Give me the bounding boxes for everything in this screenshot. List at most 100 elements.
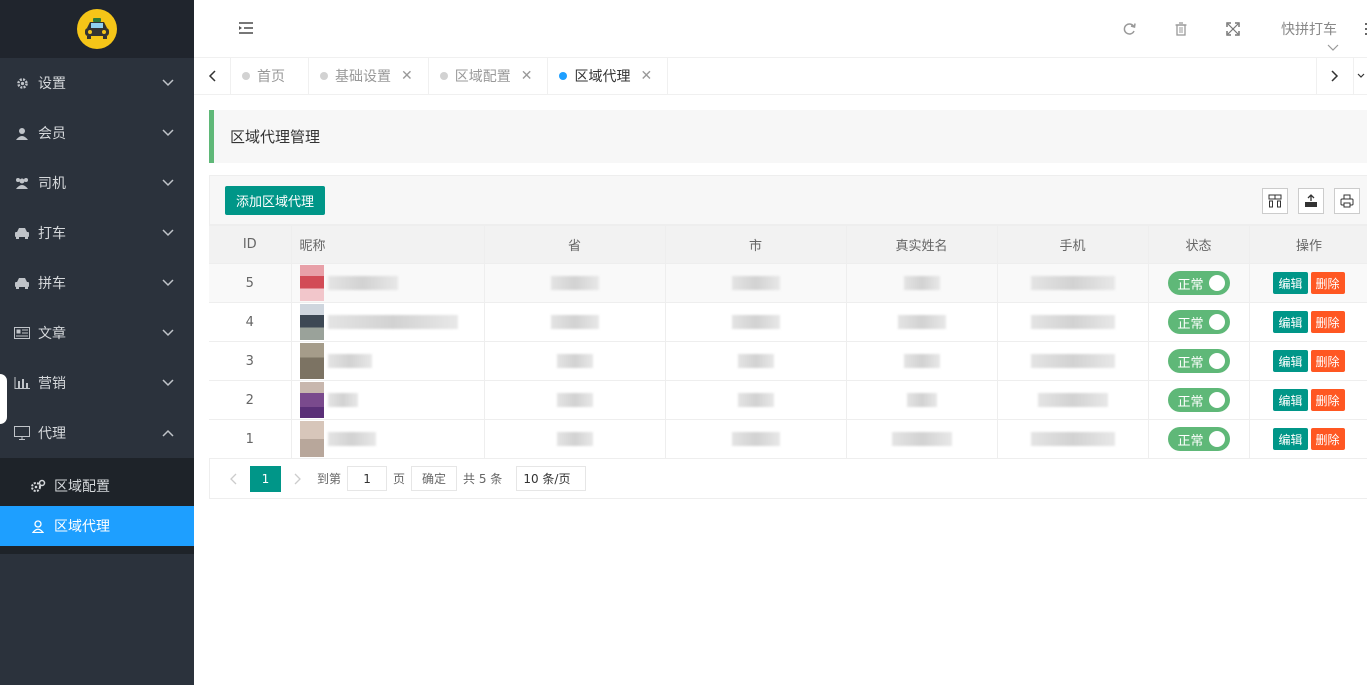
- avatar: [299, 304, 324, 340]
- phone-redacted: [1030, 276, 1115, 290]
- chevron-down-icon: [1327, 40, 1339, 56]
- status-label: 正常: [1177, 355, 1204, 371]
- tab-label: 区域代理: [574, 69, 631, 85]
- tab-home[interactable]: 首页: [231, 58, 309, 94]
- chevron-down-icon: [162, 327, 174, 339]
- goto-page-input[interactable]: [347, 466, 388, 491]
- column-header-actions[interactable]: 操作: [1248, 225, 1367, 264]
- column-header-real-name[interactable]: 真实姓名: [845, 225, 998, 264]
- page-number-current[interactable]: 1: [250, 465, 281, 492]
- status-label: 正常: [1177, 316, 1204, 332]
- goto-confirm-button[interactable]: 确定: [411, 466, 458, 491]
- bar-chart-icon: [14, 375, 30, 391]
- sidebar: 设置 会员 司机 打车 拼车 文章 营销 代理 区域配置 区域代理: [0, 0, 194, 685]
- avatar: [299, 421, 324, 457]
- tab-basic-settings[interactable]: 基础设置 ✕: [309, 58, 429, 94]
- sidebar-item-taxi[interactable]: 打车: [0, 208, 194, 258]
- status-toggle[interactable]: 正常: [1167, 310, 1230, 334]
- sidebar-item-label: 司机: [38, 176, 66, 192]
- province-redacted: [556, 354, 593, 368]
- top-header: 快拼打车: [194, 0, 1367, 58]
- data-table-container: 添加区域代理 ID 昵称 省 市 真实姓名 手机 状态 操作 5 正常 编辑 删…: [209, 175, 1367, 499]
- close-icon[interactable]: ✕: [521, 68, 533, 84]
- cell-id: 2: [209, 380, 292, 420]
- user-menu[interactable]: 快拼打车: [1259, 0, 1367, 58]
- delete-button[interactable]: 删除: [1310, 311, 1345, 333]
- real-name-redacted: [891, 432, 952, 446]
- real-name-redacted: [897, 315, 946, 329]
- cell-id: 3: [209, 341, 292, 381]
- column-header-province[interactable]: 省: [483, 225, 666, 264]
- sidebar-item-members[interactable]: 会员: [0, 108, 194, 158]
- sidebar-item-label: 拼车: [38, 276, 66, 292]
- column-header-city[interactable]: 市: [664, 225, 847, 264]
- table-toolbar: 添加区域代理: [209, 175, 1367, 225]
- sidebar-subitem-area-agent[interactable]: 区域代理: [0, 506, 194, 546]
- status-toggle[interactable]: 正常: [1167, 427, 1230, 451]
- sidebar-subitem-area-config[interactable]: 区域配置: [0, 466, 194, 506]
- next-page-icon[interactable]: [285, 466, 311, 492]
- edit-button[interactable]: 编辑: [1273, 311, 1308, 333]
- status-label: 正常: [1177, 394, 1204, 410]
- trash-icon[interactable]: [1155, 0, 1207, 58]
- sidebar-item-agent[interactable]: 代理: [0, 408, 194, 458]
- table-row: 4 正常 编辑 删除: [209, 302, 1367, 342]
- tab-right-controls: [1316, 58, 1367, 94]
- status-toggle[interactable]: 正常: [1167, 271, 1230, 295]
- province-redacted: [550, 315, 599, 329]
- edit-button[interactable]: 编辑: [1273, 428, 1308, 450]
- delete-button[interactable]: 删除: [1310, 389, 1345, 411]
- tab-menu-chevron-icon[interactable]: [1353, 58, 1367, 94]
- delete-button[interactable]: 删除: [1310, 350, 1345, 372]
- columns-filter-icon[interactable]: [1262, 188, 1288, 214]
- tab-area-agent[interactable]: 区域代理 ✕: [548, 58, 669, 94]
- sidebar-item-label: 代理: [38, 426, 66, 442]
- add-area-agent-button[interactable]: 添加区域代理: [225, 185, 326, 215]
- column-header-id[interactable]: ID: [209, 225, 292, 264]
- menu-toggle-icon[interactable]: [238, 21, 254, 37]
- close-icon[interactable]: ✕: [401, 68, 413, 84]
- edit-button[interactable]: 编辑: [1273, 389, 1308, 411]
- print-icon[interactable]: [1334, 188, 1360, 214]
- sidebar-item-drivers[interactable]: 司机: [0, 158, 194, 208]
- delete-button[interactable]: 删除: [1310, 272, 1345, 294]
- sidebar-item-carpool[interactable]: 拼车: [0, 258, 194, 308]
- close-icon[interactable]: ✕: [640, 68, 652, 84]
- taxi-logo-icon: [77, 9, 117, 49]
- tab-dot: [242, 72, 250, 80]
- column-header-phone[interactable]: 手机: [996, 225, 1149, 264]
- tab-label: 首页: [257, 69, 285, 85]
- avatar: [299, 343, 324, 379]
- sidebar-item-settings[interactable]: 设置: [0, 58, 194, 108]
- page-size-select[interactable]: 10 条/页: [516, 466, 587, 491]
- prev-page-icon[interactable]: [220, 466, 246, 492]
- fullscreen-icon[interactable]: [1207, 0, 1259, 58]
- sidebar-item-articles[interactable]: 文章: [0, 308, 194, 358]
- city-redacted: [731, 315, 780, 329]
- edit-button[interactable]: 编辑: [1273, 350, 1308, 372]
- edit-button[interactable]: 编辑: [1273, 272, 1308, 294]
- tab-scroll-left-icon[interactable]: [194, 58, 231, 94]
- side-handle[interactable]: [0, 374, 7, 424]
- phone-redacted: [1030, 315, 1115, 329]
- real-name-redacted: [903, 276, 940, 290]
- chevron-down-icon: [162, 127, 174, 139]
- table-row: 2 正常 编辑 删除: [209, 380, 1367, 420]
- chevron-down-icon: [162, 77, 174, 89]
- column-header-status[interactable]: 状态: [1147, 225, 1250, 264]
- tab-area-config[interactable]: 区域配置 ✕: [429, 58, 549, 94]
- sidebar-item-marketing[interactable]: 营销: [0, 358, 194, 408]
- status-toggle[interactable]: 正常: [1167, 388, 1230, 412]
- delete-button[interactable]: 删除: [1310, 428, 1345, 450]
- goto-label: 到第: [317, 472, 342, 486]
- nickname-redacted: [327, 432, 376, 446]
- column-header-nickname[interactable]: 昵称: [290, 225, 485, 264]
- table-row: 5 正常 编辑 删除: [209, 263, 1367, 303]
- export-icon[interactable]: [1298, 188, 1324, 214]
- status-toggle[interactable]: 正常: [1167, 349, 1230, 373]
- avatar: [299, 382, 324, 418]
- phone-redacted: [1030, 354, 1115, 368]
- tab-scroll-right-icon[interactable]: [1316, 58, 1353, 94]
- refresh-icon[interactable]: [1103, 0, 1155, 58]
- tab-dot: [559, 72, 568, 80]
